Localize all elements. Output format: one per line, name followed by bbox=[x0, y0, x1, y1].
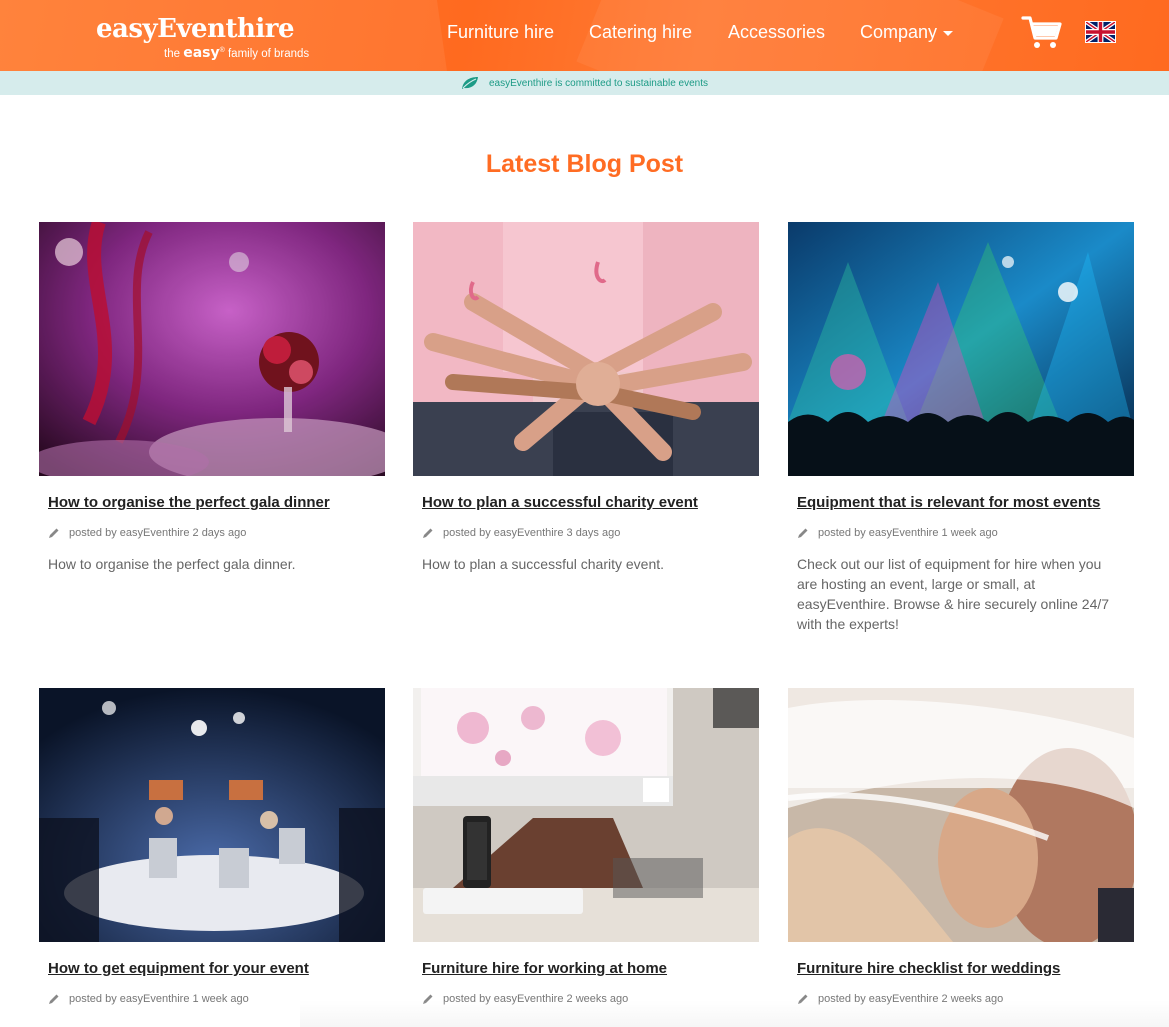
pencil-icon bbox=[798, 528, 808, 538]
blog-post-meta-text: posted by easyEventhire 3 days ago bbox=[443, 527, 621, 539]
nav-accessories[interactable]: Accessories bbox=[728, 22, 825, 43]
logo-wordmark: easyEventhire bbox=[96, 14, 295, 44]
blog-card: How to organise the perfect gala dinner … bbox=[39, 222, 385, 574]
blog-thumbnail-charity-event[interactable] bbox=[413, 222, 759, 476]
leaf-icon bbox=[462, 77, 478, 89]
blog-post-title[interactable]: How to plan a successful charity event bbox=[422, 494, 759, 512]
logo-tagline-reg: ® bbox=[219, 47, 225, 55]
blog-post-meta: posted by easyEventhire 3 days ago bbox=[422, 526, 759, 540]
blog-post-excerpt: How to plan a successful charity event. bbox=[422, 556, 665, 572]
blog-post-meta-text: posted by easyEventhire 1 week ago bbox=[818, 527, 998, 539]
blog-post-title[interactable]: Furniture hire checklist for weddings bbox=[797, 960, 1134, 978]
blog-post-title[interactable]: How to organise the perfect gala dinner bbox=[48, 494, 385, 512]
logo-tagline-prefix: the bbox=[164, 48, 180, 60]
blog-thumbnail-panel-discussion[interactable] bbox=[39, 688, 385, 942]
blog-card: Furniture hire for working at home poste… bbox=[413, 688, 759, 1006]
blog-post-excerpt: How to organise the perfect gala dinner. bbox=[48, 556, 296, 572]
blog-card: Furniture hire checklist for weddings po… bbox=[788, 688, 1134, 1006]
blog-post-meta: posted by easyEventhire 1 week ago bbox=[797, 526, 1134, 540]
blog-thumbnail-home-office[interactable] bbox=[413, 688, 759, 942]
blog-post-title[interactable]: Equipment that is relevant for most even… bbox=[797, 494, 1134, 512]
logo-tagline-suffix: family of brands bbox=[227, 48, 310, 60]
blog-card: Equipment that is relevant for most even… bbox=[788, 222, 1134, 634]
blog-card: How to plan a successful charity event p… bbox=[413, 222, 759, 574]
logo-tagline: the easy® family of brands bbox=[164, 45, 334, 61]
nav-catering-hire[interactable]: Catering hire bbox=[589, 22, 692, 43]
blog-post-meta: posted by easyEventhire 2 days ago bbox=[48, 526, 385, 540]
blog-post-title[interactable]: Furniture hire for working at home bbox=[422, 960, 759, 978]
blog-thumbnail-gala-dinner[interactable] bbox=[39, 222, 385, 476]
sustainability-text: easyEventhire is committed to sustainabl… bbox=[489, 77, 708, 89]
pencil-icon bbox=[423, 528, 433, 538]
blog-post-title[interactable]: How to get equipment for your event bbox=[48, 960, 385, 978]
page-title: Latest Blog Post bbox=[485, 150, 684, 178]
pencil-icon bbox=[49, 994, 59, 1004]
blog-post-meta-text: posted by easyEventhire 1 week ago bbox=[69, 993, 249, 1005]
uk-flag-icon[interactable] bbox=[1085, 21, 1116, 43]
shopping-cart-icon[interactable] bbox=[1021, 14, 1063, 50]
logo-tagline-brand: easy bbox=[183, 45, 220, 61]
blog-card: How to get equipment for your event post… bbox=[39, 688, 385, 1006]
chevron-down-icon bbox=[943, 30, 954, 36]
site-logo[interactable]: easyEventhire the easy® family of brands bbox=[96, 14, 309, 61]
nav-furniture-hire[interactable]: Furniture hire bbox=[447, 22, 554, 43]
blog-post-meta-text: posted by easyEventhire 2 days ago bbox=[69, 527, 247, 539]
nav-company-dropdown[interactable]: Company bbox=[860, 22, 954, 43]
sustainability-banner[interactable]: easyEventhire is committed to sustainabl… bbox=[0, 71, 1169, 95]
site-header: easyEventhire the easy® family of brands… bbox=[0, 0, 1169, 71]
blog-thumbnail-wedding[interactable] bbox=[788, 688, 1134, 942]
nav-company-label: Company bbox=[860, 22, 938, 42]
page-bottom-shadow bbox=[300, 1000, 1169, 1027]
blog-thumbnail-concert[interactable] bbox=[788, 222, 1134, 476]
pencil-icon bbox=[49, 528, 59, 538]
blog-post-excerpt: Check out our list of equipment for hire… bbox=[797, 556, 1110, 632]
